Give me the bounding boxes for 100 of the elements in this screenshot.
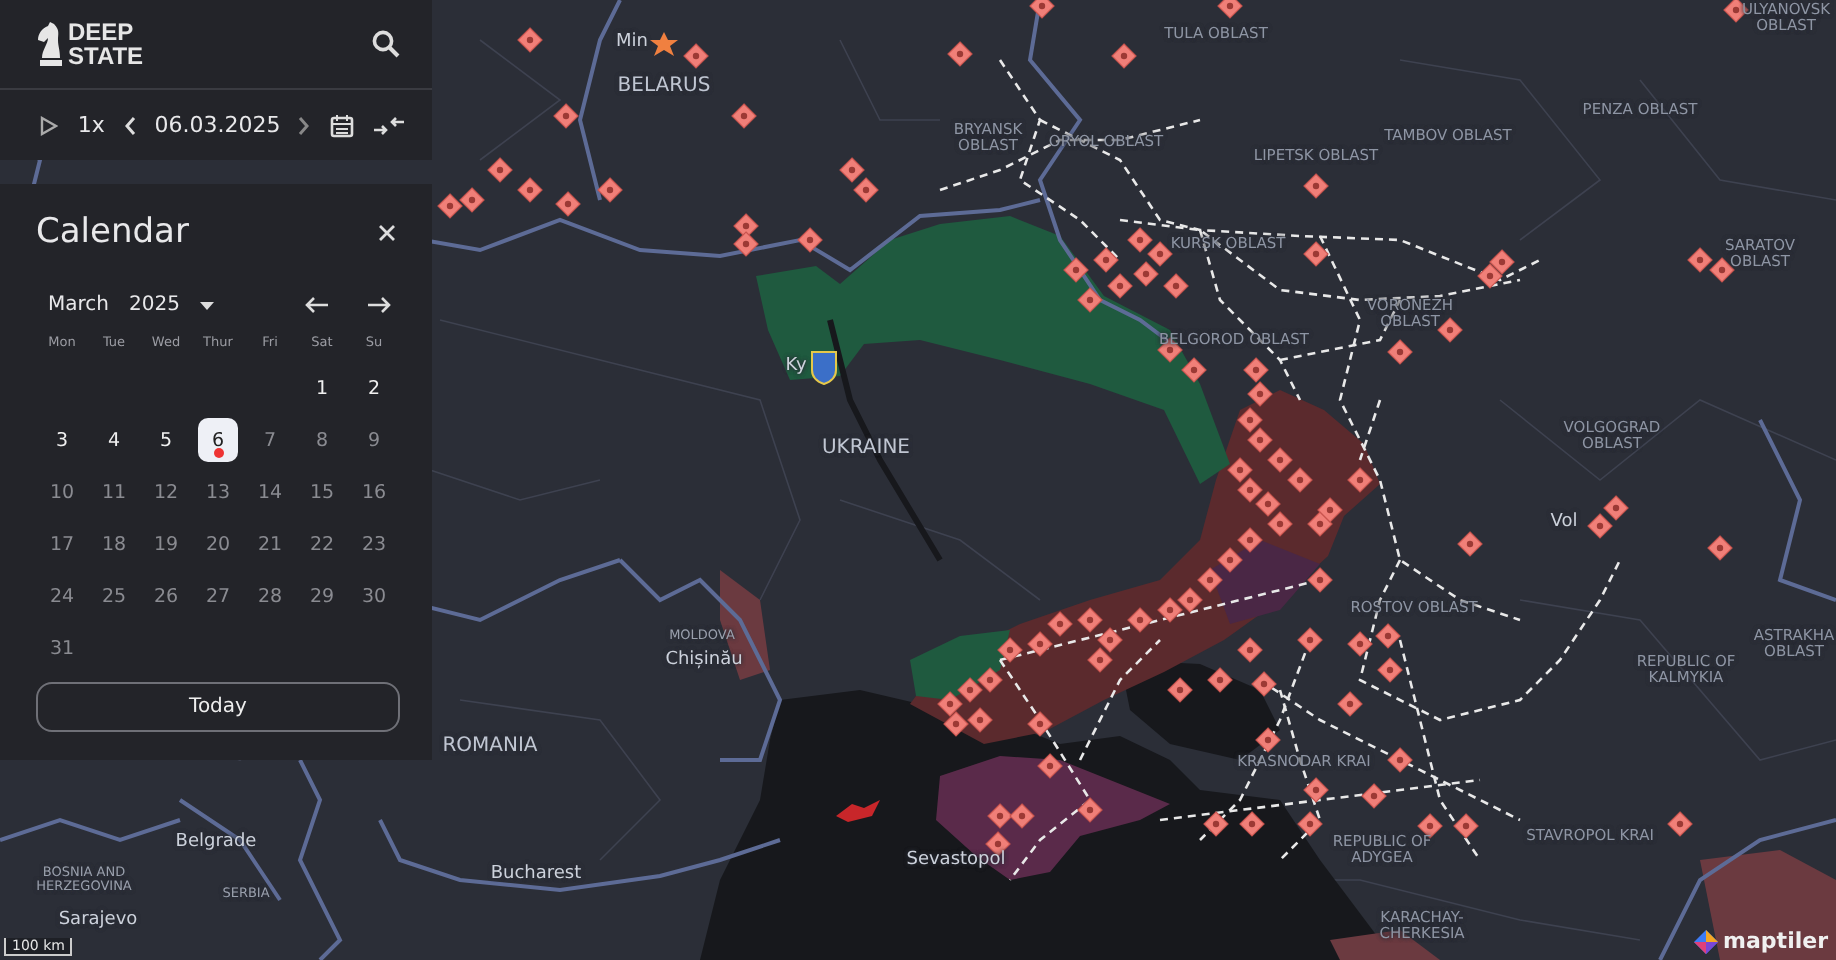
- diamond-marker-icon[interactable]: [1317, 497, 1343, 523]
- diamond-marker-icon[interactable]: [1167, 677, 1193, 703]
- diamond-marker-icon[interactable]: [731, 103, 757, 129]
- diamond-marker-icon[interactable]: [733, 231, 759, 257]
- diamond-marker-icon[interactable]: [1217, 0, 1243, 19]
- today-button[interactable]: Today: [36, 682, 400, 732]
- diamond-marker-icon[interactable]: [1047, 611, 1073, 637]
- calendar-day[interactable]: 2: [354, 366, 394, 410]
- calendar-day[interactable]: 6: [198, 418, 238, 462]
- diamond-marker-icon[interactable]: [1027, 631, 1053, 657]
- diamond-marker-icon[interactable]: [683, 43, 709, 69]
- diamond-marker-icon[interactable]: [967, 707, 993, 733]
- diamond-marker-icon[interactable]: [1709, 257, 1735, 283]
- diamond-marker-icon[interactable]: [1027, 711, 1053, 737]
- diamond-marker-icon[interactable]: [1077, 797, 1103, 823]
- diamond-marker-icon[interactable]: [853, 177, 879, 203]
- diamond-marker-icon[interactable]: [1111, 43, 1137, 69]
- diamond-marker-icon[interactable]: [1347, 631, 1373, 657]
- arrow-left-icon[interactable]: [300, 292, 332, 318]
- search-icon[interactable]: [368, 26, 404, 62]
- diamond-marker-icon[interactable]: [947, 41, 973, 67]
- diamond-marker-icon[interactable]: [1337, 691, 1363, 717]
- diamond-marker-icon[interactable]: [1197, 567, 1223, 593]
- diamond-marker-icon[interactable]: [1489, 249, 1515, 275]
- year-text[interactable]: 2025: [128, 294, 180, 316]
- diamond-marker-icon[interactable]: [1707, 535, 1733, 561]
- diamond-marker-icon[interactable]: [1237, 407, 1263, 433]
- diamond-marker-icon[interactable]: [1077, 287, 1103, 313]
- diamond-marker-icon[interactable]: [1163, 273, 1189, 299]
- calendar-day[interactable]: 1: [302, 366, 342, 410]
- diamond-marker-icon[interactable]: [1217, 547, 1243, 573]
- close-icon[interactable]: [374, 219, 400, 245]
- diamond-marker-icon[interactable]: [1255, 491, 1281, 517]
- diamond-marker-icon[interactable]: [1297, 627, 1323, 653]
- diamond-marker-icon[interactable]: [1239, 811, 1265, 837]
- diamond-marker-icon[interactable]: [1307, 567, 1333, 593]
- diamond-marker-icon[interactable]: [839, 157, 865, 183]
- diamond-marker-icon[interactable]: [1203, 811, 1229, 837]
- diamond-marker-icon[interactable]: [1287, 467, 1313, 493]
- diamond-marker-icon[interactable]: [1453, 813, 1479, 839]
- caret-icon[interactable]: [199, 301, 214, 309]
- bird-icon[interactable]: [836, 800, 880, 822]
- diamond-marker-icon[interactable]: [1457, 531, 1483, 557]
- diamond-marker-icon[interactable]: [1267, 447, 1293, 473]
- diamond-marker-icon[interactable]: [987, 803, 1013, 829]
- attribution-text[interactable]: maptiler: [1723, 928, 1828, 954]
- diamond-marker-icon[interactable]: [1603, 495, 1629, 521]
- diamond-marker-icon[interactable]: [1303, 173, 1329, 199]
- diamond-marker-icon[interactable]: [1247, 427, 1273, 453]
- diamond-marker-icon[interactable]: [1297, 811, 1323, 837]
- diamond-marker-icon[interactable]: [1097, 627, 1123, 653]
- diamond-marker-icon[interactable]: [1303, 777, 1329, 803]
- diamond-marker-icon[interactable]: [1107, 273, 1133, 299]
- diamond-marker-icon[interactable]: [1377, 657, 1403, 683]
- arrow-right-icon[interactable]: [364, 292, 396, 318]
- diamond-marker-icon[interactable]: [1237, 527, 1263, 553]
- diamond-marker-icon[interactable]: [487, 157, 513, 183]
- diamond-marker-icon[interactable]: [1361, 783, 1387, 809]
- diamond-marker-icon[interactable]: [597, 177, 623, 203]
- diamond-marker-icon[interactable]: [1387, 339, 1413, 365]
- diamond-marker-icon[interactable]: [1375, 623, 1401, 649]
- diamond-marker-icon[interactable]: [797, 227, 823, 253]
- diamond-marker-icon[interactable]: [1133, 261, 1159, 287]
- diamond-marker-icon[interactable]: [555, 191, 581, 217]
- diamond-marker-icon[interactable]: [1207, 667, 1233, 693]
- diamond-marker-icon[interactable]: [459, 187, 485, 213]
- diamond-marker-icon[interactable]: [1247, 381, 1273, 407]
- diamond-marker-icon[interactable]: [1063, 257, 1089, 283]
- diamond-marker-icon[interactable]: [517, 27, 543, 53]
- diamond-marker-icon[interactable]: [1077, 607, 1103, 633]
- diamond-marker-icon[interactable]: [1437, 317, 1463, 343]
- play-icon[interactable]: [36, 111, 62, 139]
- diamond-marker-icon[interactable]: [1127, 227, 1153, 253]
- diamond-marker-icon[interactable]: [1093, 247, 1119, 273]
- diamond-marker-icon[interactable]: [1237, 637, 1263, 663]
- diamond-marker-icon[interactable]: [1347, 467, 1373, 493]
- diamond-marker-icon[interactable]: [943, 711, 969, 737]
- calendar-day[interactable]: 3: [42, 418, 82, 462]
- diamond-marker-icon[interactable]: [1087, 647, 1113, 673]
- diamond-marker-icon[interactable]: [553, 103, 579, 129]
- star-icon[interactable]: [650, 32, 678, 56]
- diamond-marker-icon[interactable]: [1387, 747, 1413, 773]
- diamond-marker-icon[interactable]: [1029, 0, 1055, 19]
- diamond-marker-icon[interactable]: [1255, 727, 1281, 753]
- month-text[interactable]: March: [48, 294, 109, 316]
- shield-icon[interactable]: [811, 351, 837, 385]
- diamond-marker-icon[interactable]: [437, 193, 463, 219]
- diamond-marker-icon[interactable]: [1147, 241, 1173, 267]
- diamond-marker-icon[interactable]: [1303, 241, 1329, 267]
- diamond-marker-icon[interactable]: [1237, 477, 1263, 503]
- diamond-marker-icon[interactable]: [937, 691, 963, 717]
- calendar-icon[interactable]: [326, 109, 359, 141]
- speed-button[interactable]: 1x: [73, 108, 109, 142]
- diamond-marker-icon[interactable]: [1037, 753, 1063, 779]
- diamond-marker-icon[interactable]: [1587, 513, 1613, 539]
- diamond-marker-icon[interactable]: [1227, 457, 1253, 483]
- diamond-marker-icon[interactable]: [977, 667, 1003, 693]
- diamond-marker-icon[interactable]: [957, 677, 983, 703]
- diamond-marker-icon[interactable]: [1157, 597, 1183, 623]
- diamond-marker-icon[interactable]: [997, 637, 1023, 663]
